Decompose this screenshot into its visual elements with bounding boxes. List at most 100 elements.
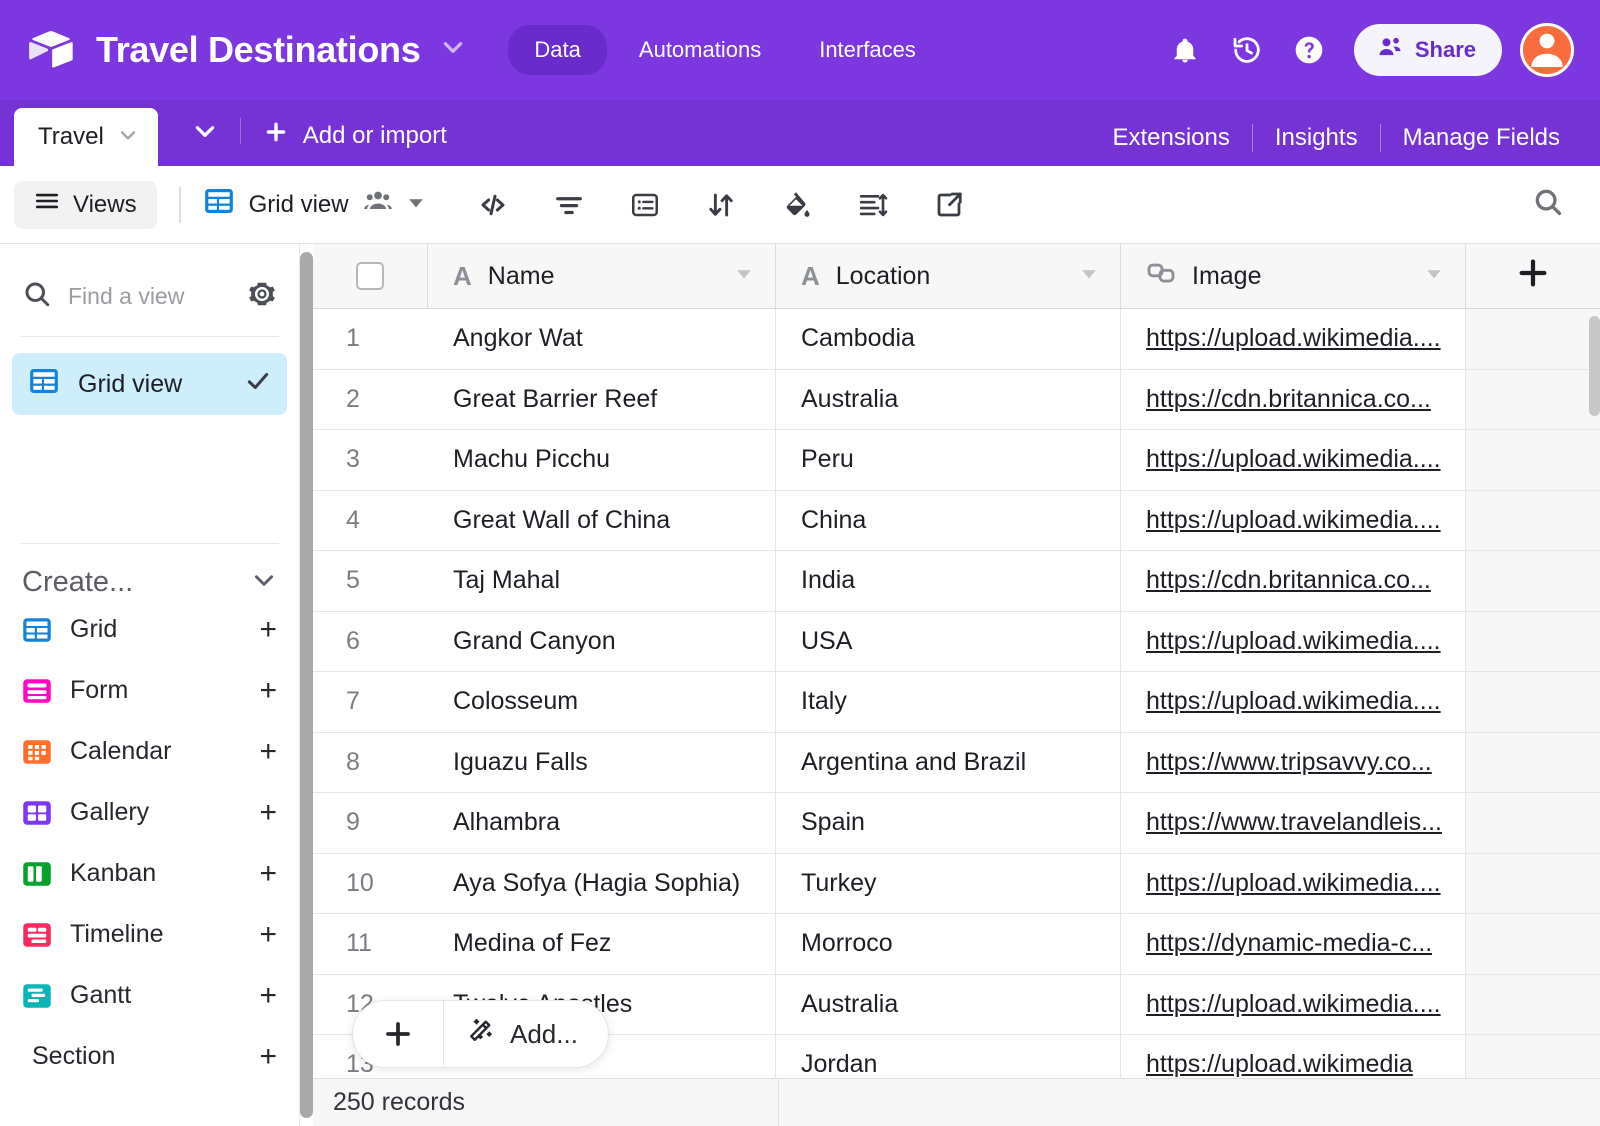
table-row[interactable]: 6 Grand Canyon USA https://upload.wikimedia… bbox=[313, 611, 1600, 672]
image-url-link[interactable]: https://upload.wikimedia.... bbox=[1146, 687, 1441, 716]
base-title[interactable]: Travel Destinations bbox=[96, 29, 421, 71]
cell-location[interactable]: China bbox=[776, 490, 1121, 550]
create-item-grid[interactable]: Grid + bbox=[22, 599, 277, 660]
image-url-link[interactable]: https://upload.wikimedia.... bbox=[1146, 324, 1441, 353]
table-row[interactable]: 7 Colosseum Italy https://upload.wikimedia.… bbox=[313, 672, 1600, 733]
table-row[interactable]: 10 Aya Sofya (Hagia Sophia) Turkey https://… bbox=[313, 853, 1600, 914]
table-row[interactable]: 9 Alhambra Spain https://www.travelandleis.… bbox=[313, 793, 1600, 854]
add-or-import-button[interactable]: Add or import bbox=[263, 119, 447, 152]
add-record-button[interactable] bbox=[353, 1001, 443, 1067]
table-row[interactable]: 4 Great Wall of China China https://upload.… bbox=[313, 490, 1600, 551]
cell-name[interactable]: Great Wall of China bbox=[428, 490, 776, 550]
share-export-icon[interactable] bbox=[911, 179, 987, 231]
plus-icon[interactable]: + bbox=[259, 675, 277, 706]
table-row[interactable]: 2 Great Barrier Reef Australia https://cdn.… bbox=[313, 369, 1600, 430]
sidebar-scrollbar[interactable] bbox=[300, 252, 313, 1118]
image-url-link[interactable]: https://cdn.britannica.co... bbox=[1146, 566, 1431, 595]
select-all-cell[interactable] bbox=[313, 244, 428, 308]
image-url-link[interactable]: https://upload.wikimedia.... bbox=[1146, 627, 1441, 656]
cell-location[interactable]: Peru bbox=[776, 430, 1121, 490]
table-row[interactable]: 3 Machu Picchu Peru https://upload.wikimedi… bbox=[313, 430, 1600, 491]
nav-tab-data[interactable]: Data bbox=[508, 25, 607, 75]
cell-location[interactable]: India bbox=[776, 551, 1121, 611]
extensions-link[interactable]: Extensions bbox=[1090, 124, 1251, 152]
chevron-down-icon[interactable] bbox=[251, 567, 277, 599]
cell-location[interactable]: Australia bbox=[776, 369, 1121, 429]
chevron-down-icon[interactable] bbox=[440, 34, 466, 66]
table-row[interactable]: 11 Medina of Fez Morroco https://dynamic-me… bbox=[313, 914, 1600, 975]
chevron-down-icon[interactable] bbox=[407, 191, 425, 219]
cell-location[interactable]: Turkey bbox=[776, 853, 1121, 913]
table-row[interactable]: 8 Iguazu Falls Argentina and Brazil https:/… bbox=[313, 732, 1600, 793]
insights-link[interactable]: Insights bbox=[1253, 124, 1380, 152]
cell-image[interactable]: https://www.tripsavvy.co... bbox=[1121, 732, 1466, 792]
table-row[interactable]: 1 Angkor Wat Cambodia https://upload.wikime… bbox=[313, 309, 1600, 370]
cell-image[interactable]: https://upload.wikimedia.... bbox=[1121, 430, 1466, 490]
search-icon[interactable] bbox=[1532, 186, 1564, 223]
cell-image[interactable]: https://www.travelandleis... bbox=[1121, 793, 1466, 853]
grid-vertical-scrollbar[interactable] bbox=[1589, 316, 1600, 416]
cell-location[interactable]: Italy bbox=[776, 672, 1121, 732]
plus-icon[interactable]: + bbox=[259, 919, 277, 950]
sidebar-item-grid-view[interactable]: Grid view bbox=[12, 353, 287, 415]
views-button[interactable]: Views bbox=[14, 180, 157, 229]
cell-location[interactable]: Australia bbox=[776, 974, 1121, 1034]
column-header-name[interactable]: A Name bbox=[428, 244, 776, 308]
cell-image[interactable]: https://cdn.britannica.co... bbox=[1121, 369, 1466, 429]
gear-icon[interactable] bbox=[247, 279, 277, 314]
nav-tab-automations[interactable]: Automations bbox=[613, 25, 787, 75]
cell-image[interactable]: https://upload.wikimedia.... bbox=[1121, 611, 1466, 671]
create-item-timeline[interactable]: Timeline + bbox=[22, 904, 277, 965]
cell-name[interactable]: Machu Picchu bbox=[428, 430, 776, 490]
tabstrip-chevron-down-icon[interactable] bbox=[192, 118, 218, 150]
chevron-down-icon[interactable] bbox=[118, 125, 138, 150]
image-url-link[interactable]: https://upload.wikimedia bbox=[1146, 1050, 1413, 1079]
history-icon[interactable] bbox=[1216, 34, 1278, 66]
cell-image[interactable]: https://upload.wikimedia.... bbox=[1121, 309, 1466, 369]
image-url-link[interactable]: https://upload.wikimedia.... bbox=[1146, 990, 1441, 1019]
image-url-link[interactable]: https://upload.wikimedia.... bbox=[1146, 869, 1441, 898]
plus-icon[interactable]: + bbox=[259, 736, 277, 767]
plus-icon[interactable]: + bbox=[259, 797, 277, 828]
image-url-link[interactable]: https://cdn.britannica.co... bbox=[1146, 385, 1431, 414]
table-row[interactable]: 5 Taj Mahal India https://cdn.britannica.co… bbox=[313, 551, 1600, 612]
image-url-link[interactable]: https://www.travelandleis... bbox=[1146, 808, 1442, 837]
nav-tab-interfaces[interactable]: Interfaces bbox=[793, 25, 942, 75]
plus-icon[interactable]: + bbox=[259, 980, 277, 1011]
filter-icon[interactable] bbox=[531, 179, 607, 231]
help-icon[interactable] bbox=[1278, 34, 1340, 66]
cell-name[interactable]: Grand Canyon bbox=[428, 611, 776, 671]
cell-image[interactable]: https://cdn.britannica.co... bbox=[1121, 551, 1466, 611]
cell-location[interactable]: Argentina and Brazil bbox=[776, 732, 1121, 792]
cell-name[interactable]: Great Barrier Reef bbox=[428, 369, 776, 429]
user-avatar[interactable] bbox=[1520, 23, 1574, 77]
cell-image[interactable]: https://upload.wikimedia.... bbox=[1121, 490, 1466, 550]
code-icon[interactable] bbox=[455, 179, 531, 231]
airtable-cube-icon[interactable] bbox=[28, 27, 74, 73]
create-item-gallery[interactable]: Gallery + bbox=[22, 782, 277, 843]
column-header-location[interactable]: A Location bbox=[776, 244, 1121, 308]
share-button[interactable]: Share bbox=[1353, 24, 1502, 76]
find-a-view-input[interactable] bbox=[68, 282, 208, 310]
select-all-checkbox[interactable] bbox=[356, 262, 384, 290]
chevron-down-icon[interactable] bbox=[1080, 265, 1098, 288]
create-item-section[interactable]: Section + bbox=[22, 1026, 277, 1087]
image-url-link[interactable]: https://dynamic-media-c... bbox=[1146, 929, 1432, 958]
cell-location[interactable]: Spain bbox=[776, 793, 1121, 853]
create-item-gantt[interactable]: Gantt + bbox=[22, 965, 277, 1026]
image-url-link[interactable]: https://www.tripsavvy.co... bbox=[1146, 748, 1432, 777]
create-item-form[interactable]: Form + bbox=[22, 660, 277, 721]
color-fill-icon[interactable] bbox=[759, 179, 835, 231]
cell-image[interactable]: https://upload.wikimedia.... bbox=[1121, 853, 1466, 913]
cell-name[interactable]: Aya Sofya (Hagia Sophia) bbox=[428, 853, 776, 913]
people-group-icon[interactable] bbox=[363, 186, 393, 223]
grid-view-selector[interactable]: Grid view bbox=[203, 185, 425, 224]
create-section-header[interactable]: Create... bbox=[22, 566, 277, 599]
add-field-button[interactable] bbox=[1466, 244, 1600, 308]
cell-image[interactable]: https://upload.wikimedia.... bbox=[1121, 672, 1466, 732]
chevron-down-icon[interactable] bbox=[1425, 265, 1443, 288]
cell-name[interactable]: Colosseum bbox=[428, 672, 776, 732]
cell-name[interactable]: Alhambra bbox=[428, 793, 776, 853]
cell-location[interactable]: USA bbox=[776, 611, 1121, 671]
plus-icon[interactable]: + bbox=[259, 1041, 277, 1072]
